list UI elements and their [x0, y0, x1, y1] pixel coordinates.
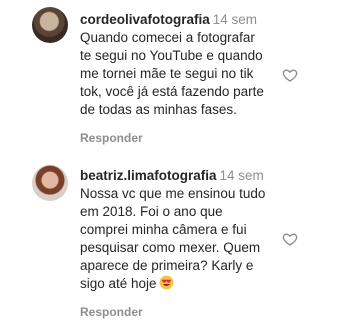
comment-username[interactable]: cordeolivafotografia: [80, 12, 210, 27]
comment-timestamp: 14 sem: [219, 168, 264, 183]
comment-text: Quando comecei a fotografar te segui no …: [80, 30, 264, 117]
avatar[interactable]: [32, 7, 68, 43]
heart-outline-icon[interactable]: [282, 67, 298, 83]
reply-button[interactable]: Responder: [80, 131, 143, 145]
comment-timestamp: 14 sem: [212, 12, 258, 27]
heart-outline-icon[interactable]: [282, 231, 298, 247]
comment-username[interactable]: beatriz.limafotografia: [80, 168, 217, 183]
comment-text: Nossa vc que me ensinou tudo em 2018. Fo…: [80, 185, 280, 293]
comment-body: beatriz.limafotografia 14 sem Nossa vc qu…: [80, 167, 280, 293]
smiling-face-with-heart-eyes-emoji: [159, 275, 173, 290]
avatar[interactable]: [32, 165, 68, 201]
comment-body: cordeolivafotografia 14 sem Quando comece…: [80, 11, 280, 119]
reply-button[interactable]: Responder: [80, 305, 143, 319]
